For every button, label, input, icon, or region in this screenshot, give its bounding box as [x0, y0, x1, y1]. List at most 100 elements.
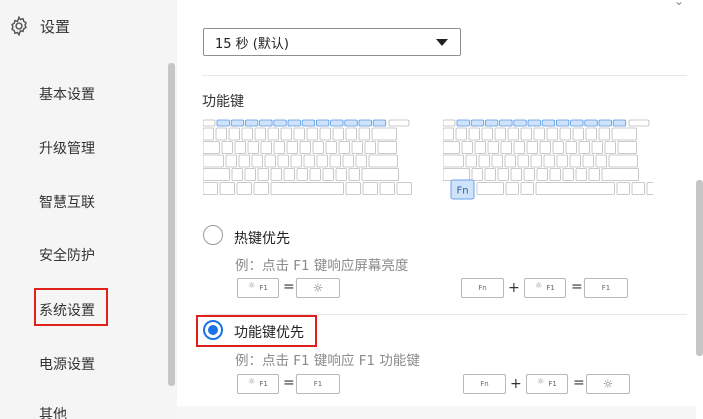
option-hotkey-first-label[interactable]: 热键优先 [234, 228, 290, 248]
key-shape [362, 182, 378, 195]
fn-key: Fn [461, 278, 504, 298]
key-shape [236, 182, 252, 195]
key-shape [470, 119, 485, 127]
key-shape [309, 168, 321, 181]
divider [202, 75, 687, 76]
key-shape [541, 119, 556, 127]
key-shape [312, 141, 324, 154]
key-shape [270, 168, 282, 181]
key-shape [361, 168, 399, 181]
key-shape [513, 119, 527, 127]
key-shape [259, 119, 273, 127]
key-shape [253, 182, 269, 195]
key-shape [306, 127, 318, 141]
key-shape [286, 141, 298, 154]
sidebar-header: 设置 [8, 14, 70, 38]
key-shape [443, 119, 456, 127]
key-shape [244, 168, 256, 181]
key-shape [203, 119, 216, 127]
key-shape [595, 154, 607, 168]
key-shape [562, 168, 574, 181]
sidebar-item-other[interactable]: 其他 [39, 404, 67, 419]
key-shape [287, 119, 301, 127]
key-shape [348, 168, 360, 181]
key-shape [330, 119, 344, 127]
key-shape [598, 127, 610, 141]
key-shape [225, 154, 237, 168]
key-shape [481, 127, 493, 141]
brightness-icon: ☼ [602, 377, 614, 391]
key-shape [530, 154, 542, 168]
key-shape [351, 141, 363, 154]
key-shape [247, 141, 259, 154]
brightness-key: ☼ [586, 374, 630, 394]
sidebar-item-upgrade[interactable]: 升级管理 [39, 138, 95, 158]
sidebar-item-power[interactable]: 电源设置 [39, 354, 95, 374]
key-shape [552, 141, 564, 154]
radio-fnkey-first[interactable] [203, 320, 223, 340]
fn-key-label: Fn [456, 186, 468, 197]
timeout-select[interactable]: 15 秒 (默认) [203, 28, 461, 56]
plus-sign: + [510, 376, 522, 392]
keyboard-hotkey-icon [203, 119, 412, 195]
key-shape [617, 141, 637, 154]
main-scrollbar[interactable] [696, 180, 703, 356]
brightness-icon: ☼ [537, 376, 545, 386]
key-shape [572, 127, 584, 141]
key-shape [588, 168, 600, 181]
key-shape [203, 127, 214, 141]
key-shape [520, 182, 534, 195]
key-shape [484, 168, 496, 181]
key-shape [510, 168, 522, 181]
sidebar-scrollbar[interactable] [168, 63, 175, 386]
fn-key-highlight: Fn [450, 179, 475, 200]
radio-hotkey-first[interactable] [203, 225, 223, 245]
key-shape [203, 182, 218, 195]
key-shape [303, 154, 315, 168]
sidebar-item-basic[interactable]: 基本设置 [39, 84, 95, 104]
key-shape [221, 141, 233, 154]
f1-result-key: F1 [584, 278, 628, 298]
key-shape [527, 119, 541, 127]
key-shape [478, 154, 490, 168]
key-shape [601, 168, 639, 181]
key-shape [273, 141, 285, 154]
key-shape [565, 141, 577, 154]
key-shape [628, 119, 650, 127]
key-shape [455, 127, 467, 141]
option-fnkey-first-label[interactable]: 功能键优先 [234, 322, 304, 342]
key-shape [494, 127, 506, 141]
key-shape [283, 168, 295, 181]
gear-icon [11, 15, 27, 37]
key-shape [570, 119, 584, 127]
key-shape [358, 127, 370, 141]
key-shape [203, 168, 230, 181]
key-shape [219, 182, 235, 195]
keyboard-fn-icon: Fn [443, 119, 653, 200]
key-shape [504, 154, 516, 168]
key-shape [598, 119, 612, 127]
key-shape [377, 141, 397, 154]
bottom-band [177, 406, 696, 419]
key-shape [536, 168, 548, 181]
key-shape [535, 182, 615, 195]
key-shape [499, 119, 513, 127]
key-shape [372, 119, 387, 127]
sidebar-title: 设置 [40, 17, 71, 36]
key-shape [293, 127, 305, 141]
key-shape [228, 127, 240, 141]
key-shape [556, 154, 568, 168]
key-shape [443, 141, 460, 154]
f1-key: ☼ F1 [524, 278, 566, 298]
key-shape [329, 154, 341, 168]
key-shape [556, 119, 570, 127]
key-shape [332, 127, 344, 141]
key-shape [267, 127, 279, 141]
sidebar-item-interconnect[interactable]: 智慧互联 [39, 192, 95, 212]
brightness-icon: ☼ [248, 376, 256, 386]
key-shape [616, 182, 630, 195]
key-shape [585, 127, 597, 141]
sidebar: 设置 基本设置 升级管理 智慧互联 安全防护 系统设置 电源设置 其他 [0, 0, 177, 419]
sidebar-item-security[interactable]: 安全防护 [39, 245, 95, 265]
close-icon[interactable]: ⌄ [674, 0, 684, 8]
